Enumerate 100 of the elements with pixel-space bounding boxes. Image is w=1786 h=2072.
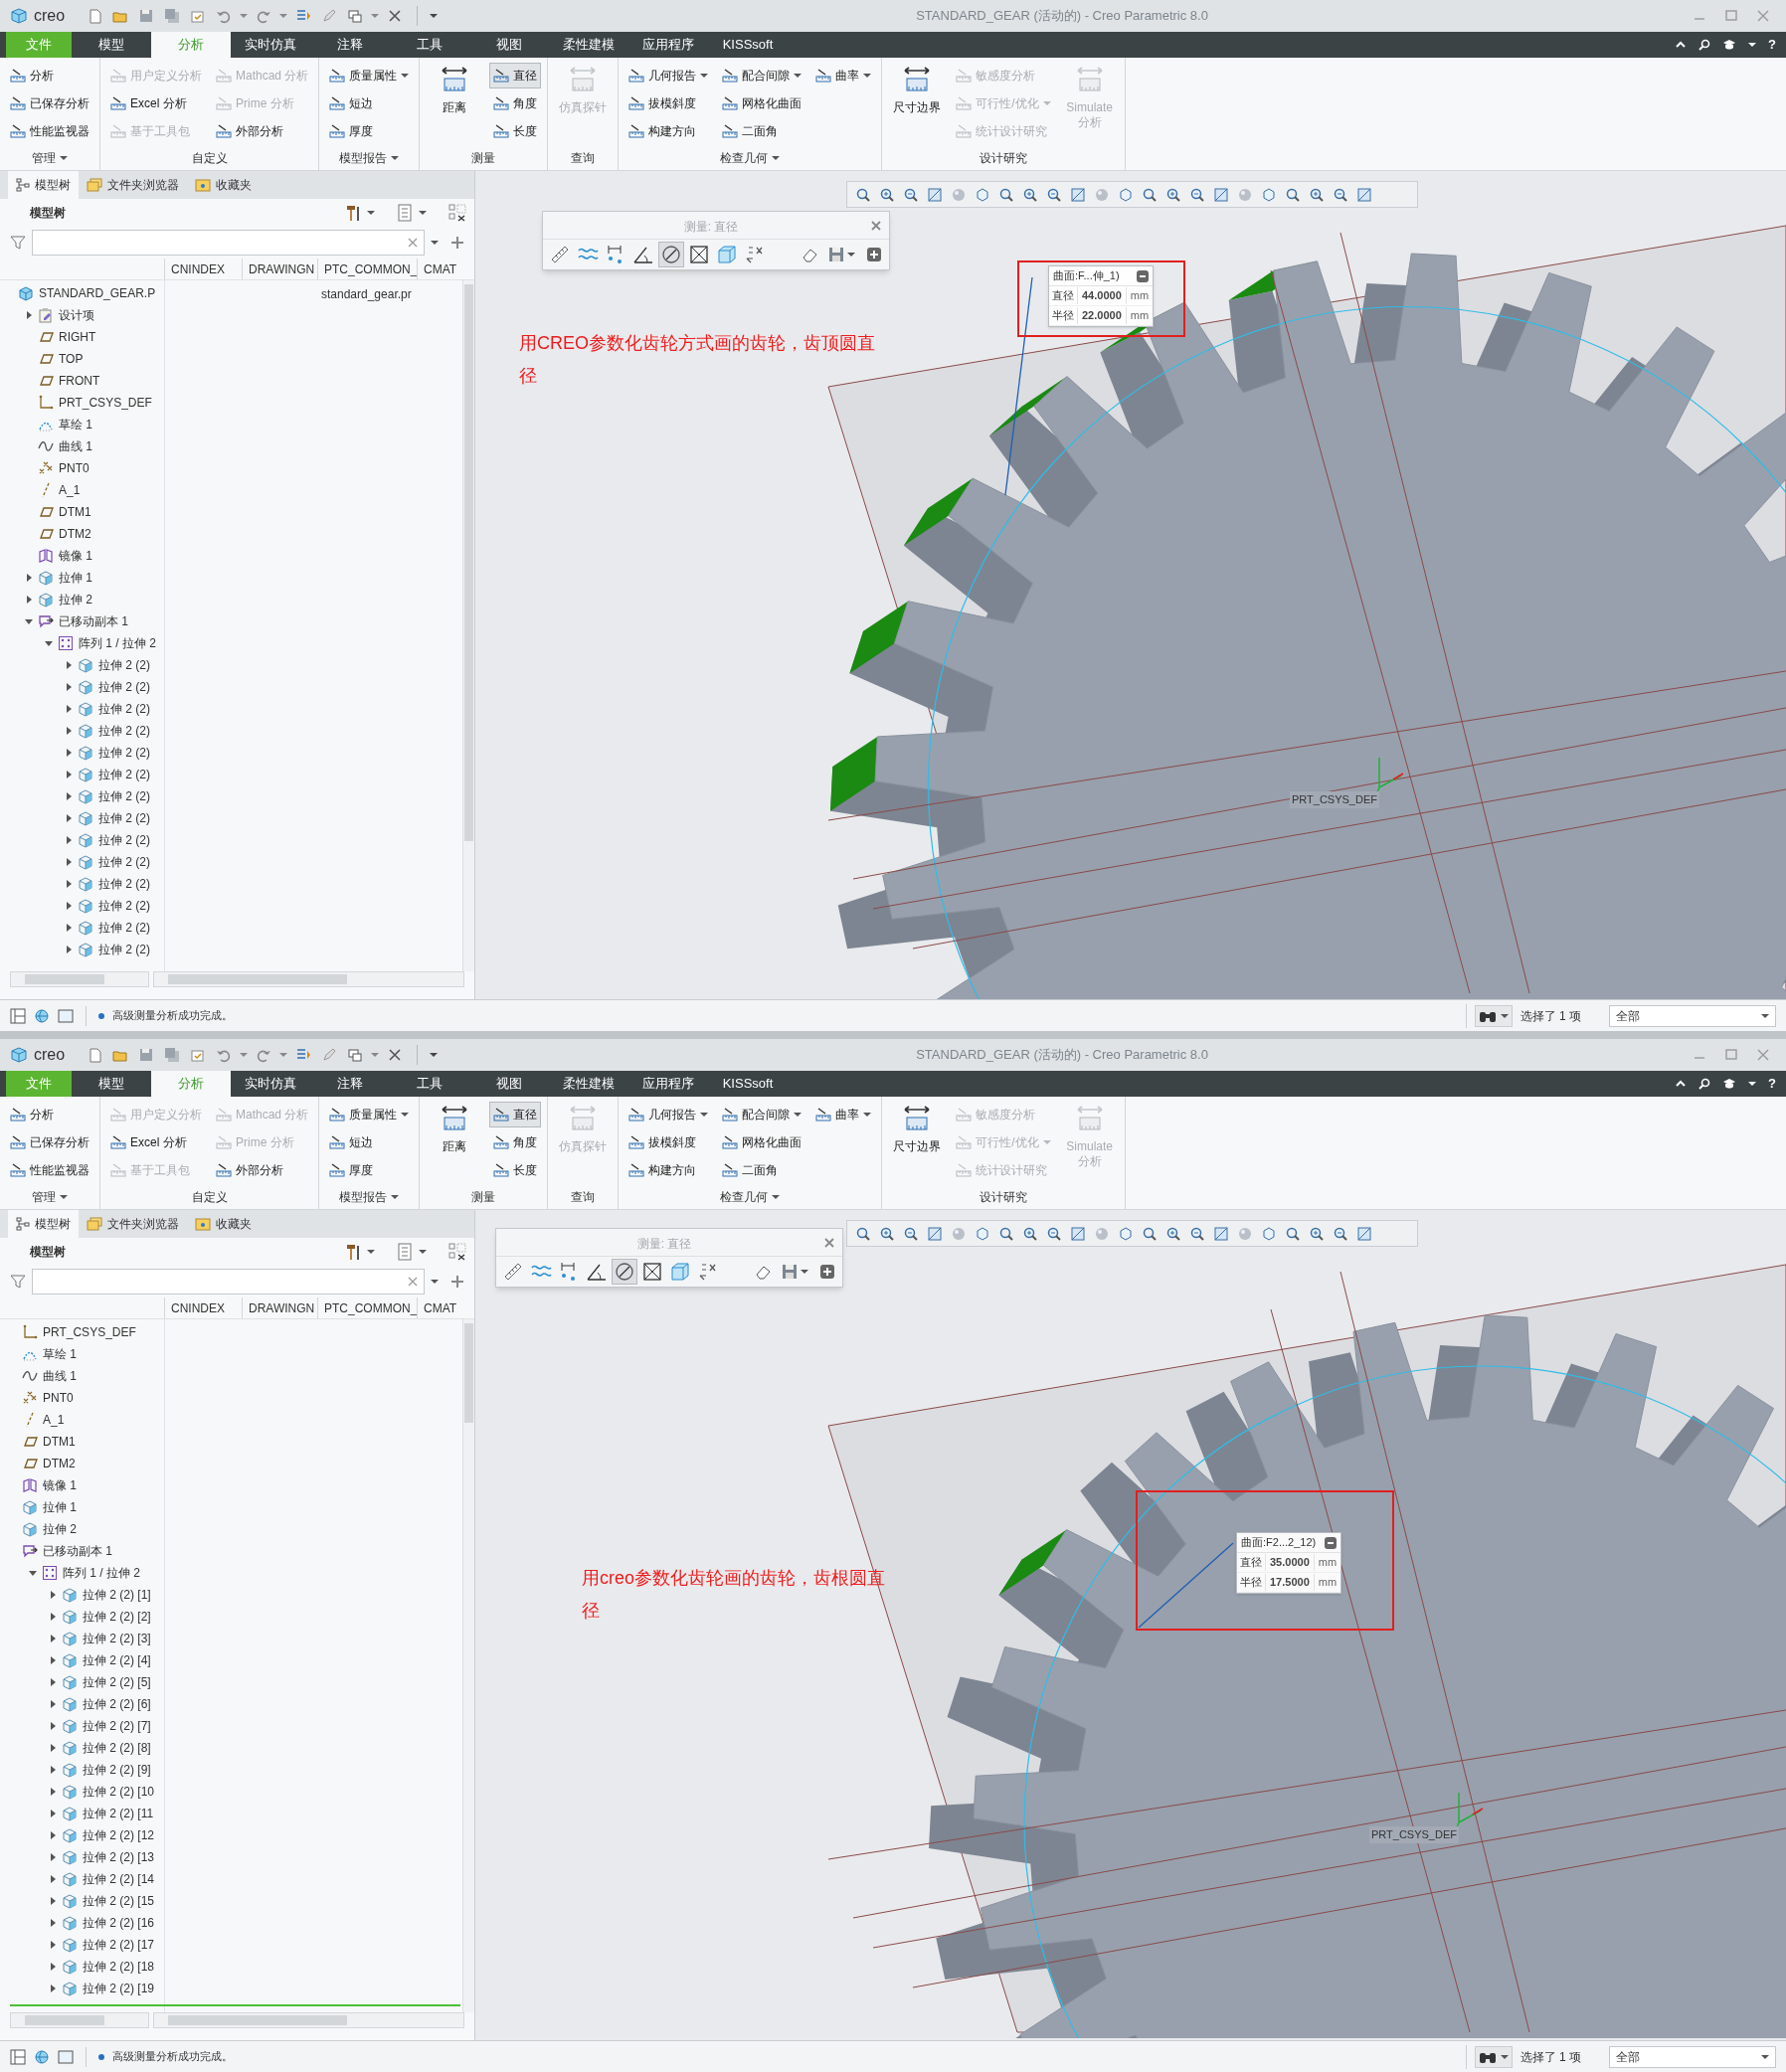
horizontal-scrollbar[interactable] — [10, 971, 149, 987]
panel-tab[interactable]: 模型树 — [8, 1210, 79, 1238]
column-header[interactable]: CNINDEX — [171, 259, 225, 278]
search-field[interactable] — [32, 1269, 425, 1295]
tree-item[interactable]: 拉伸 2 (2) [18 — [83, 1958, 155, 1976]
horizontal-scrollbar[interactable] — [10, 2012, 149, 2028]
ribbon-button[interactable]: 短边 — [325, 1129, 414, 1155]
column-header[interactable]: PTC_COMMON_ — [324, 259, 417, 278]
eraser-icon[interactable] — [802, 247, 819, 262]
tree-item[interactable]: 拉伸 2 (2) — [98, 809, 150, 827]
tree-item[interactable]: DTM2 — [43, 1455, 76, 1472]
minimize-icon[interactable] — [1325, 1536, 1338, 1549]
tree-item[interactable]: PNT0 — [43, 1389, 74, 1407]
cube-view-icon[interactable] — [975, 186, 990, 203]
ribbon-button[interactable]: 几何报告 — [625, 63, 713, 88]
plus-icon[interactable] — [450, 1275, 464, 1289]
tree-item[interactable]: 拉伸 2 (2) [13 — [83, 1848, 155, 1866]
triangle-icon[interactable] — [48, 1699, 58, 1709]
triangle-icon[interactable] — [48, 1677, 58, 1687]
scrollbar-thumb[interactable] — [464, 284, 473, 841]
tree-item[interactable]: 拉伸 2 (2) — [98, 831, 150, 849]
ribbon-button[interactable]: 距离 — [426, 1101, 484, 1155]
zoom-out-icon[interactable] — [1046, 186, 1062, 203]
triangle-icon[interactable] — [48, 1830, 58, 1840]
triangle-icon[interactable] — [64, 770, 74, 779]
triangle-icon[interactable] — [48, 1984, 58, 1993]
triangle-icon[interactable] — [64, 923, 74, 933]
triangle-icon[interactable] — [64, 660, 74, 670]
close-window-icon[interactable] — [387, 1047, 404, 1063]
triangle-icon[interactable] — [64, 748, 74, 758]
menu-tab[interactable]: 应用程序 — [628, 32, 708, 58]
zoom-icon[interactable] — [998, 186, 1014, 203]
group-menu-button[interactable]: 检查几何 — [720, 149, 781, 167]
tree-item[interactable]: PRT_CSYS_DEF — [43, 1323, 136, 1341]
add-icon[interactable] — [867, 248, 881, 261]
tree-item[interactable]: FRONT — [59, 372, 100, 390]
triangle-icon[interactable] — [64, 726, 74, 736]
zoom-in-icon[interactable] — [1165, 186, 1181, 203]
triangle-icon[interactable] — [64, 857, 74, 867]
panel-tab[interactable]: 模型树 — [8, 171, 79, 199]
triangle-icon[interactable] — [64, 901, 74, 911]
triangle-icon[interactable] — [48, 1655, 58, 1665]
tree-item[interactable]: 已移动副本 1 — [59, 612, 128, 630]
triangle-icon[interactable] — [64, 813, 74, 823]
ribbon-button[interactable]: 尺寸边界 — [888, 1101, 947, 1155]
ribbon-button[interactable]: 构建方向 — [625, 1157, 713, 1183]
tree-item[interactable]: STANDARD_GEAR.P — [39, 284, 156, 302]
plus-icon[interactable] — [450, 236, 464, 250]
fit-view-icon[interactable] — [1070, 1225, 1086, 1242]
menu-tab[interactable]: 实时仿真 — [231, 1071, 310, 1097]
ribbon-button[interactable]: 厚度 — [325, 1157, 414, 1183]
caret-icon[interactable] — [431, 240, 439, 246]
hammer-icon[interactable] — [345, 204, 361, 222]
column-header[interactable]: CMAT — [424, 259, 457, 278]
triangle-icon[interactable] — [64, 879, 74, 889]
tree-item[interactable]: 拉伸 2 (2) — [98, 875, 150, 893]
checklist-icon[interactable] — [190, 8, 207, 24]
caret-icon[interactable] — [847, 252, 855, 258]
eraser-icon[interactable] — [755, 1264, 773, 1280]
zoom-icon[interactable] — [998, 1225, 1014, 1242]
ribbon-button[interactable]: 已保存分析 — [6, 1129, 93, 1155]
diameter-button[interactable] — [658, 242, 684, 267]
fit-view-icon[interactable] — [1213, 186, 1229, 203]
fit-view-icon[interactable] — [927, 186, 943, 203]
triangle-icon[interactable] — [48, 1809, 58, 1818]
tree-item[interactable]: 拉伸 2 (2) [16 — [83, 1914, 155, 1932]
tree-item[interactable]: 拉伸 2 (2) — [98, 853, 150, 871]
caret-icon[interactable] — [419, 1249, 427, 1255]
tree-item[interactable]: A_1 — [59, 481, 81, 499]
zoom-in-icon[interactable] — [879, 1225, 895, 1242]
menu-tab[interactable]: 注释 — [310, 32, 390, 58]
zoom-in-icon[interactable] — [1309, 1225, 1325, 1242]
horizontal-scrollbar[interactable] — [153, 2012, 464, 2028]
ribbon-button[interactable]: 性能监视器 — [6, 1157, 93, 1183]
triangle-icon[interactable] — [48, 1743, 58, 1753]
tree-item[interactable]: RIGHT — [59, 328, 96, 346]
menu-tab[interactable]: 工具 — [390, 1071, 469, 1097]
fit-view-icon[interactable] — [1070, 186, 1086, 203]
tree-item[interactable]: PNT0 — [59, 459, 89, 477]
diameter-button[interactable] — [612, 1259, 637, 1285]
horizontal-scrollbar[interactable] — [153, 971, 464, 987]
zoom-in-icon[interactable] — [1309, 186, 1325, 203]
triangle-icon[interactable] — [64, 791, 74, 801]
graduation-cap-icon[interactable] — [1722, 1078, 1737, 1090]
tree-item[interactable]: 拉伸 2 (2) — [98, 787, 150, 805]
ribbon-button[interactable]: 分析 — [6, 1102, 93, 1127]
tree-item[interactable]: 拉伸 2 (2) [11 — [83, 1805, 154, 1822]
column-header[interactable]: DRAWINGN — [249, 1298, 315, 1317]
tree-item[interactable]: 拉伸 2 (2) — [98, 744, 150, 762]
tree-item[interactable]: 拉伸 2 (2) — [98, 941, 150, 958]
visibility-icon[interactable] — [448, 204, 466, 222]
column-header[interactable]: CNINDEX — [171, 1298, 225, 1317]
scrollbar-thumb[interactable] — [464, 1323, 473, 1423]
find-button[interactable] — [1474, 1004, 1513, 1027]
column-header[interactable]: PTC_COMMON_ — [324, 1298, 417, 1317]
panel-icon[interactable] — [10, 2048, 26, 2065]
group-menu-button[interactable]: 管理 — [32, 149, 68, 167]
menu-tab[interactable]: 工具 — [390, 32, 469, 58]
triangle-icon[interactable] — [48, 1590, 58, 1600]
tree-item[interactable]: 已移动副本 1 — [43, 1542, 112, 1560]
